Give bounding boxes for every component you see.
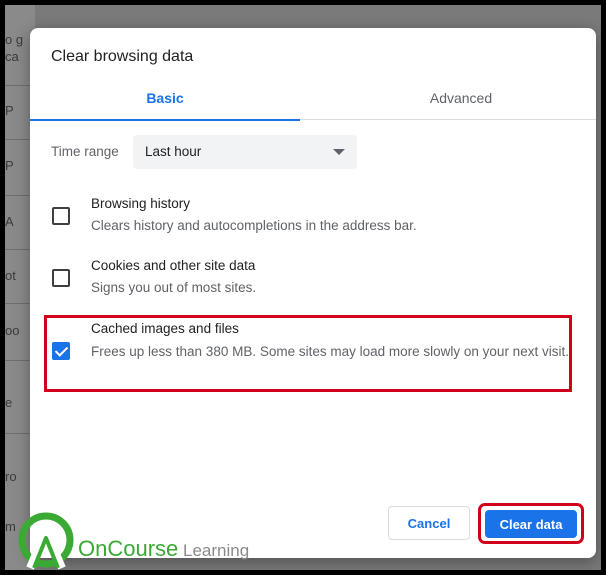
- dropdown-caret-icon: [333, 149, 345, 155]
- option-browsing-history[interactable]: Browsing history Clears history and auto…: [30, 188, 596, 250]
- logo-wordmark: OnCourse Learning: [78, 536, 249, 562]
- tab-bar: Basic Advanced: [30, 84, 596, 121]
- highlight-annotation-box: [44, 315, 572, 392]
- time-range-row: Time range Last hour: [51, 135, 371, 169]
- option-description: Signs you out of most sites.: [91, 280, 257, 295]
- highlight-annotation-ring: Clear data: [478, 503, 584, 544]
- option-description: Clears history and autocompletions in th…: [91, 218, 417, 233]
- logo-brand-part1: OnCourse: [78, 536, 179, 561]
- oncourse-learning-logo: OnCourse Learning: [16, 508, 256, 570]
- time-range-select[interactable]: Last hour: [133, 135, 357, 169]
- dialog-title: Clear browsing data: [51, 48, 194, 65]
- tab-basic[interactable]: Basic: [30, 84, 300, 121]
- logo-brand-part2: Learning: [178, 541, 250, 560]
- option-title: Browsing history: [91, 196, 191, 211]
- tab-advanced[interactable]: Advanced: [326, 84, 596, 120]
- time-range-value: Last hour: [145, 144, 202, 159]
- cookies-checkbox[interactable]: [52, 269, 70, 287]
- time-range-label: Time range: [51, 144, 119, 159]
- option-title: Cookies and other site data: [91, 258, 256, 273]
- clear-browsing-data-dialog: Clear browsing data Basic Advanced Time …: [30, 28, 596, 558]
- browsing-history-checkbox[interactable]: [52, 207, 70, 225]
- clear-data-button[interactable]: Clear data: [485, 510, 577, 538]
- oncourse-logo-icon: [18, 512, 74, 570]
- cancel-button[interactable]: Cancel: [388, 506, 470, 540]
- option-cookies[interactable]: Cookies and other site data Signs you ou…: [30, 250, 596, 312]
